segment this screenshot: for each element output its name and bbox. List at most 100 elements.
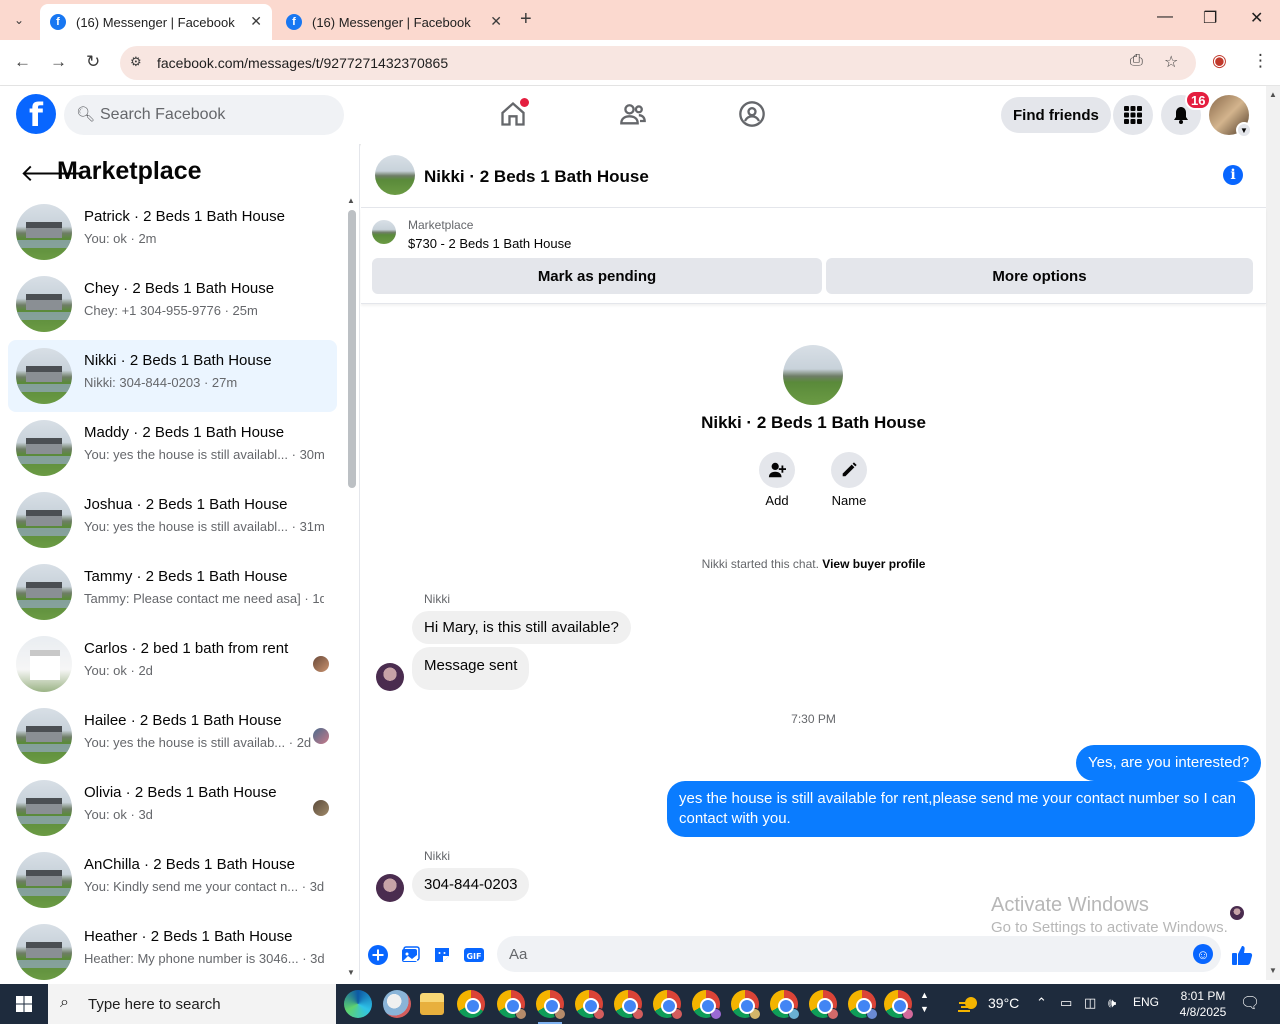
scroll-down-arrow-icon[interactable]: ▼ [1269,966,1277,975]
listing-price-title[interactable]: $730 - 2 Beds 1 Bath House [408,236,571,251]
photo-icon[interactable] [399,944,421,966]
chrome-profile-icon[interactable] [809,990,839,1020]
address-bar[interactable]: ⚙ facebook.com/messages/t/92772714323708… [120,46,1196,80]
plus-circle-icon[interactable] [367,944,389,966]
profile-icon[interactable]: ◉ [1212,51,1227,71]
scroll-down-arrow-icon[interactable]: ▼ [347,968,355,977]
conversation-item[interactable]: Tammy · 2 Beds 1 Bath House Tammy: Pleas… [8,556,337,628]
menu-grid-icon[interactable] [1113,95,1153,135]
bookmark-star-icon[interactable]: ☆ [1164,52,1178,72]
conversation-item[interactable]: Hailee · 2 Beds 1 Bath House You: yes th… [8,700,337,772]
notification-center-icon[interactable]: 🗨︎ [1240,993,1260,1013]
facebook-search[interactable]: 🔍︎ [64,95,344,135]
mark-pending-button[interactable]: Mark as pending [372,258,822,294]
edit-name-button[interactable] [831,452,867,488]
reload-button[interactable]: ↻ [86,52,100,72]
outgoing-message[interactable]: Yes, are you interested? [1076,745,1262,781]
taskbar-search[interactable]: ⌕ [48,984,336,1024]
chat-avatar[interactable] [375,155,415,195]
incoming-message[interactable]: Hi Mary, is this still available? [412,611,631,644]
groups-icon[interactable] [738,100,766,128]
page-scrollbar[interactable]: ▲ ▼ [1266,86,1280,980]
conversation-item-selected[interactable]: Nikki · 2 Beds 1 Bath House Nikki: 304-8… [8,340,337,412]
close-tab-icon[interactable]: ✕ [250,13,262,30]
facebook-logo-icon[interactable]: f [16,94,56,134]
wifi-icon[interactable]: ◫ [1084,995,1096,1011]
message-input[interactable] [509,936,1169,972]
account-avatar[interactable]: ▼ [1209,95,1252,138]
chrome-profile-icon[interactable] [536,990,566,1024]
chrome-profile-icon[interactable] [848,990,878,1020]
thumbs-up-icon[interactable] [1231,944,1253,966]
tab-search-button[interactable]: ⌄ [6,7,32,33]
conversation-snippet: You: Kindly send me your contact n... · … [84,879,324,894]
forward-button[interactable]: → [50,52,67,72]
find-friends-button[interactable]: Find friends [1001,97,1111,133]
sticker-icon[interactable] [431,944,453,966]
conversation-item[interactable]: Chey · 2 Beds 1 Bath House Chey: +1 304-… [8,268,337,340]
install-app-icon[interactable]: ⎙ [1130,52,1143,70]
more-options-button[interactable]: More options [826,258,1253,294]
facebook-search-input[interactable] [100,95,330,135]
start-button[interactable] [0,984,48,1024]
system-clock[interactable]: 8:01 PM 4/8/2025 [1173,988,1233,1020]
chrome-profile-icon[interactable] [497,990,527,1020]
chrome-profile-icon[interactable] [692,990,722,1020]
info-icon[interactable]: i [1223,165,1243,185]
sender-avatar[interactable] [376,874,404,902]
browser-menu-icon[interactable]: ⋮ [1252,51,1269,71]
chrome-app-icon[interactable] [457,990,485,1018]
back-button[interactable]: ← [14,52,31,72]
new-tab-button[interactable]: + [520,8,532,31]
taskbar-search-input[interactable] [88,984,328,1024]
home-icon[interactable] [499,98,529,128]
browser-tab-1[interactable]: f (16) Messenger | Facebook ✕ [40,4,272,40]
add-person-button[interactable] [759,452,795,488]
incoming-message[interactable]: Message sent [412,647,530,690]
conversation-item[interactable]: Heather · 2 Beds 1 Bath House Heather: M… [8,916,337,988]
taskbar-scroll-arrows[interactable]: ▲ ▼ [920,988,929,1016]
conversation-item[interactable]: AnChilla · 2 Beds 1 Bath House You: Kind… [8,844,337,916]
message-input-box[interactable]: ☺ [497,936,1221,972]
edge-app-icon[interactable] [344,990,372,1018]
sidebar-scrollbar[interactable]: ▲ ▼ [346,196,358,980]
file-explorer-icon[interactable] [420,993,444,1015]
conversation-item[interactable]: Patrick · 2 Beds 1 Bath House You: ok · … [8,196,337,268]
volume-icon[interactable]: 🕪︎ [1108,995,1116,1011]
language-indicator[interactable]: ENG [1133,995,1159,1009]
weather-icon[interactable] [958,994,980,1014]
temperature-text[interactable]: 39°C [988,995,1019,1011]
paint-app-icon[interactable] [383,990,411,1018]
view-buyer-profile-link[interactable]: View buyer profile [822,557,925,571]
chrome-profile-icon[interactable] [614,990,644,1020]
chrome-profile-icon[interactable] [575,990,605,1020]
minimize-window-icon[interactable]: — [1157,8,1173,26]
scroll-up-arrow-icon[interactable]: ▲ [1269,90,1277,99]
friends-icon[interactable] [619,100,647,128]
outgoing-message[interactable]: yes the house is still available for ren… [667,781,1255,837]
chrome-profile-icon[interactable] [731,990,761,1020]
conversation-item[interactable]: Maddy · 2 Beds 1 Bath House You: yes the… [8,412,337,484]
show-hidden-icons-icon[interactable]: ⌃ [1036,995,1047,1011]
browser-tab-2[interactable]: f (16) Messenger | Facebook ✕ [276,4,512,40]
conversation-item[interactable]: Olivia · 2 Beds 1 Bath House You: ok · 3… [8,772,337,844]
conversation-item[interactable]: Carlos · 2 bed 1 bath from rent You: ok … [8,628,337,700]
close-tab-icon[interactable]: ✕ [490,13,502,30]
chrome-profile-icon[interactable] [884,990,914,1020]
chat-title[interactable]: Nikki · 2 Beds 1 Bath House [424,167,649,187]
scroll-up-arrow-icon[interactable]: ▲ [347,196,355,205]
restore-window-icon[interactable]: ❐ [1203,8,1217,28]
incoming-message[interactable]: 304-844-0203 [412,868,530,901]
conversation-item[interactable]: Joshua · 2 Beds 1 Bath House You: yes th… [8,484,337,556]
scrollbar-thumb[interactable] [348,210,356,488]
emoji-icon[interactable]: ☺ [1193,944,1213,964]
url-text[interactable]: facebook.com/messages/t/9277271432370865 [157,55,448,71]
close-window-icon[interactable]: ✕ [1250,8,1263,28]
gif-icon[interactable]: GIF [463,944,485,966]
chrome-profile-icon[interactable] [653,990,683,1020]
network-status-icon[interactable]: ▭ [1060,995,1072,1011]
site-info-icon[interactable]: ⚙ [130,54,142,70]
sender-avatar[interactable] [376,663,404,691]
chrome-profile-icon[interactable] [770,990,800,1020]
listing-thumbnail[interactable] [372,220,396,244]
